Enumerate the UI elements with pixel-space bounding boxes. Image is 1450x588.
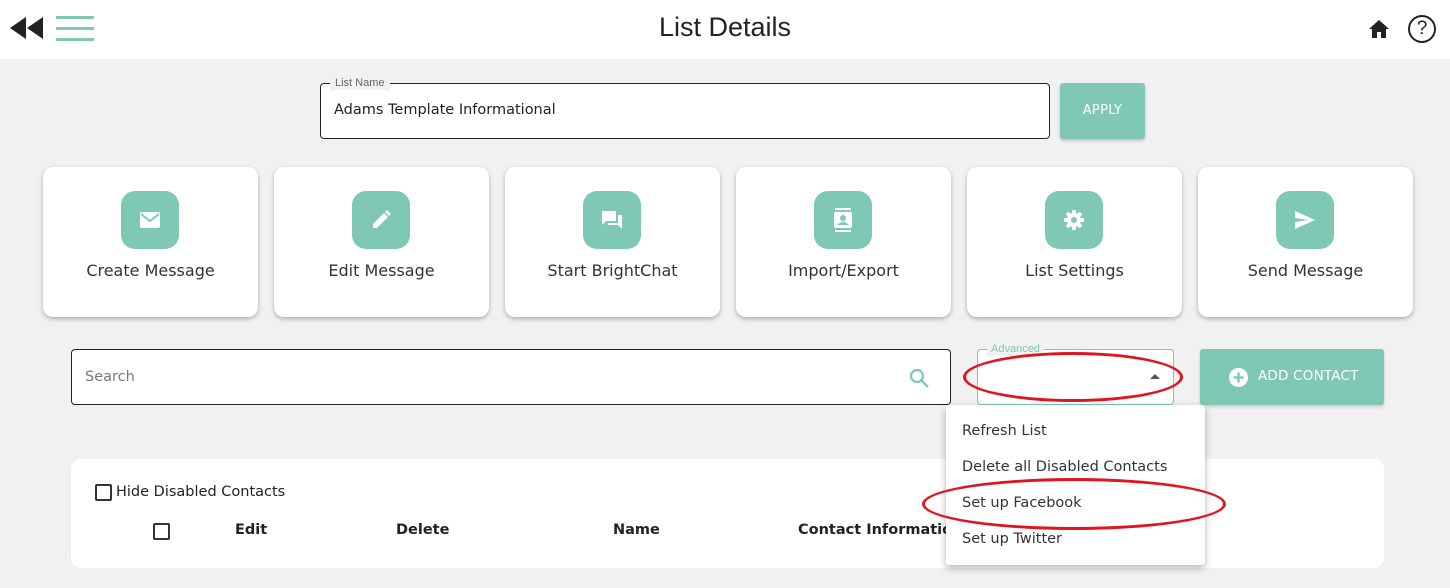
edit-message-card[interactable]: Edit Message <box>274 167 489 317</box>
column-header-contact-information[interactable]: Contact Information <box>798 522 962 538</box>
create-message-label: Create Message <box>86 261 215 280</box>
start-brightchat-card[interactable]: Start BrightChat <box>505 167 720 317</box>
advanced-label: Advanced <box>987 342 1044 356</box>
edit-message-label: Edit Message <box>328 261 435 280</box>
column-header-name[interactable]: Name <box>613 522 660 538</box>
hide-disabled-toggle[interactable]: Hide Disabled Contacts <box>95 483 285 501</box>
menu-item-refresh-list[interactable]: Refresh List <box>946 413 1205 449</box>
app-header: List Details ? <box>0 0 1450 59</box>
gear-icon <box>1045 191 1103 249</box>
advanced-select[interactable]: Advanced <box>977 342 1174 405</box>
caret-up-icon <box>1150 374 1160 379</box>
chat-icon <box>583 191 641 249</box>
help-icon[interactable]: ? <box>1408 15 1436 43</box>
menu-item-delete-disabled-contacts[interactable]: Delete all Disabled Contacts <box>946 449 1205 485</box>
list-settings-label: List Settings <box>1025 261 1124 280</box>
send-message-label: Send Message <box>1247 261 1364 280</box>
menu-item-set-up-twitter[interactable]: Set up Twitter <box>946 521 1205 557</box>
search-icon[interactable] <box>908 367 930 389</box>
envelope-icon <box>121 191 179 249</box>
list-name-label: List Name <box>330 76 390 90</box>
menu-item-set-up-facebook[interactable]: Set up Facebook <box>946 485 1205 521</box>
import-export-label: Import/Export <box>788 261 899 280</box>
hide-disabled-checkbox[interactable] <box>95 483 112 501</box>
start-brightchat-label: Start BrightChat <box>547 261 678 280</box>
select-all-checkbox[interactable] <box>153 523 170 540</box>
add-circle-icon <box>1229 368 1248 387</box>
pencil-icon <box>352 191 410 249</box>
list-settings-card[interactable]: List Settings <box>967 167 1182 317</box>
search-input[interactable] <box>85 364 885 390</box>
list-name-value[interactable]: Adams Template Informational <box>334 102 556 118</box>
list-name-field[interactable]: List Name Adams Template Informational <box>320 76 1050 139</box>
page-title: List Details <box>658 12 792 42</box>
advanced-dropdown-menu: Refresh List Delete all Disabled Contact… <box>946 405 1205 565</box>
add-contact-label: ADD CONTACT <box>1258 368 1359 384</box>
home-icon[interactable] <box>1368 18 1390 40</box>
column-header-edit[interactable]: Edit <box>235 522 267 538</box>
contacts-icon <box>814 191 872 249</box>
hide-disabled-label: Hide Disabled Contacts <box>116 484 286 500</box>
send-message-card[interactable]: Send Message <box>1198 167 1413 317</box>
create-message-card[interactable]: Create Message <box>43 167 258 317</box>
apply-button[interactable]: APPLY <box>1060 83 1145 139</box>
send-icon <box>1276 191 1334 249</box>
add-contact-button[interactable]: ADD CONTACT <box>1200 349 1384 405</box>
import-export-card[interactable]: Import/Export <box>736 167 951 317</box>
search-field[interactable] <box>71 349 951 405</box>
column-header-delete[interactable]: Delete <box>396 522 449 538</box>
